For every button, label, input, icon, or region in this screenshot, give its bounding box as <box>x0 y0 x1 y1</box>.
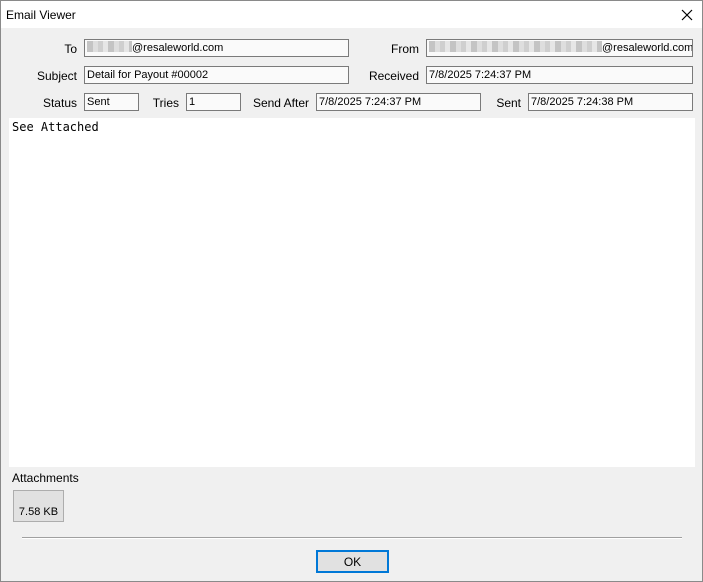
separator <box>22 537 682 539</box>
from-field[interactable]: @resaleworld.com <box>426 39 693 57</box>
ok-button[interactable]: OK <box>316 550 389 573</box>
message-body[interactable]: See Attached <box>9 118 695 467</box>
message-body-text: See Attached <box>12 120 99 134</box>
redacted-text <box>87 41 132 52</box>
tries-field[interactable]: 1 <box>186 93 241 111</box>
title-bar: Email Viewer <box>1 1 702 28</box>
subject-field[interactable]: Detail for Payout #00002 <box>84 66 349 84</box>
window-title: Email Viewer <box>6 8 76 22</box>
sent-label: Sent <box>496 96 521 110</box>
attachment-size: 7.58 KB <box>18 506 59 518</box>
from-field-value: @resaleworld.com <box>602 42 693 54</box>
redacted-text <box>429 41 602 52</box>
attachment-item[interactable]: 7.58 KB <box>13 490 64 522</box>
sent-field[interactable]: 7/8/2025 7:24:38 PM <box>528 93 693 111</box>
email-viewer-window: Email Viewer To @resaleworld.com From @r… <box>0 0 703 582</box>
send-after-field[interactable]: 7/8/2025 7:24:37 PM <box>316 93 481 111</box>
close-button[interactable] <box>672 1 702 28</box>
close-icon <box>681 9 693 20</box>
to-label: To <box>64 42 77 56</box>
received-field[interactable]: 7/8/2025 7:24:37 PM <box>426 66 693 84</box>
received-label: Received <box>368 69 419 83</box>
from-label: From <box>391 42 419 56</box>
status-field[interactable]: Sent <box>84 93 139 111</box>
tries-label: Tries <box>152 96 179 110</box>
send-after-label: Send After <box>252 96 309 110</box>
to-field-value: @resaleworld.com <box>132 42 224 54</box>
subject-label: Subject <box>36 69 77 83</box>
attachments-label: Attachments <box>12 471 79 485</box>
status-label: Status <box>42 96 77 110</box>
to-field[interactable]: @resaleworld.com <box>84 39 349 57</box>
